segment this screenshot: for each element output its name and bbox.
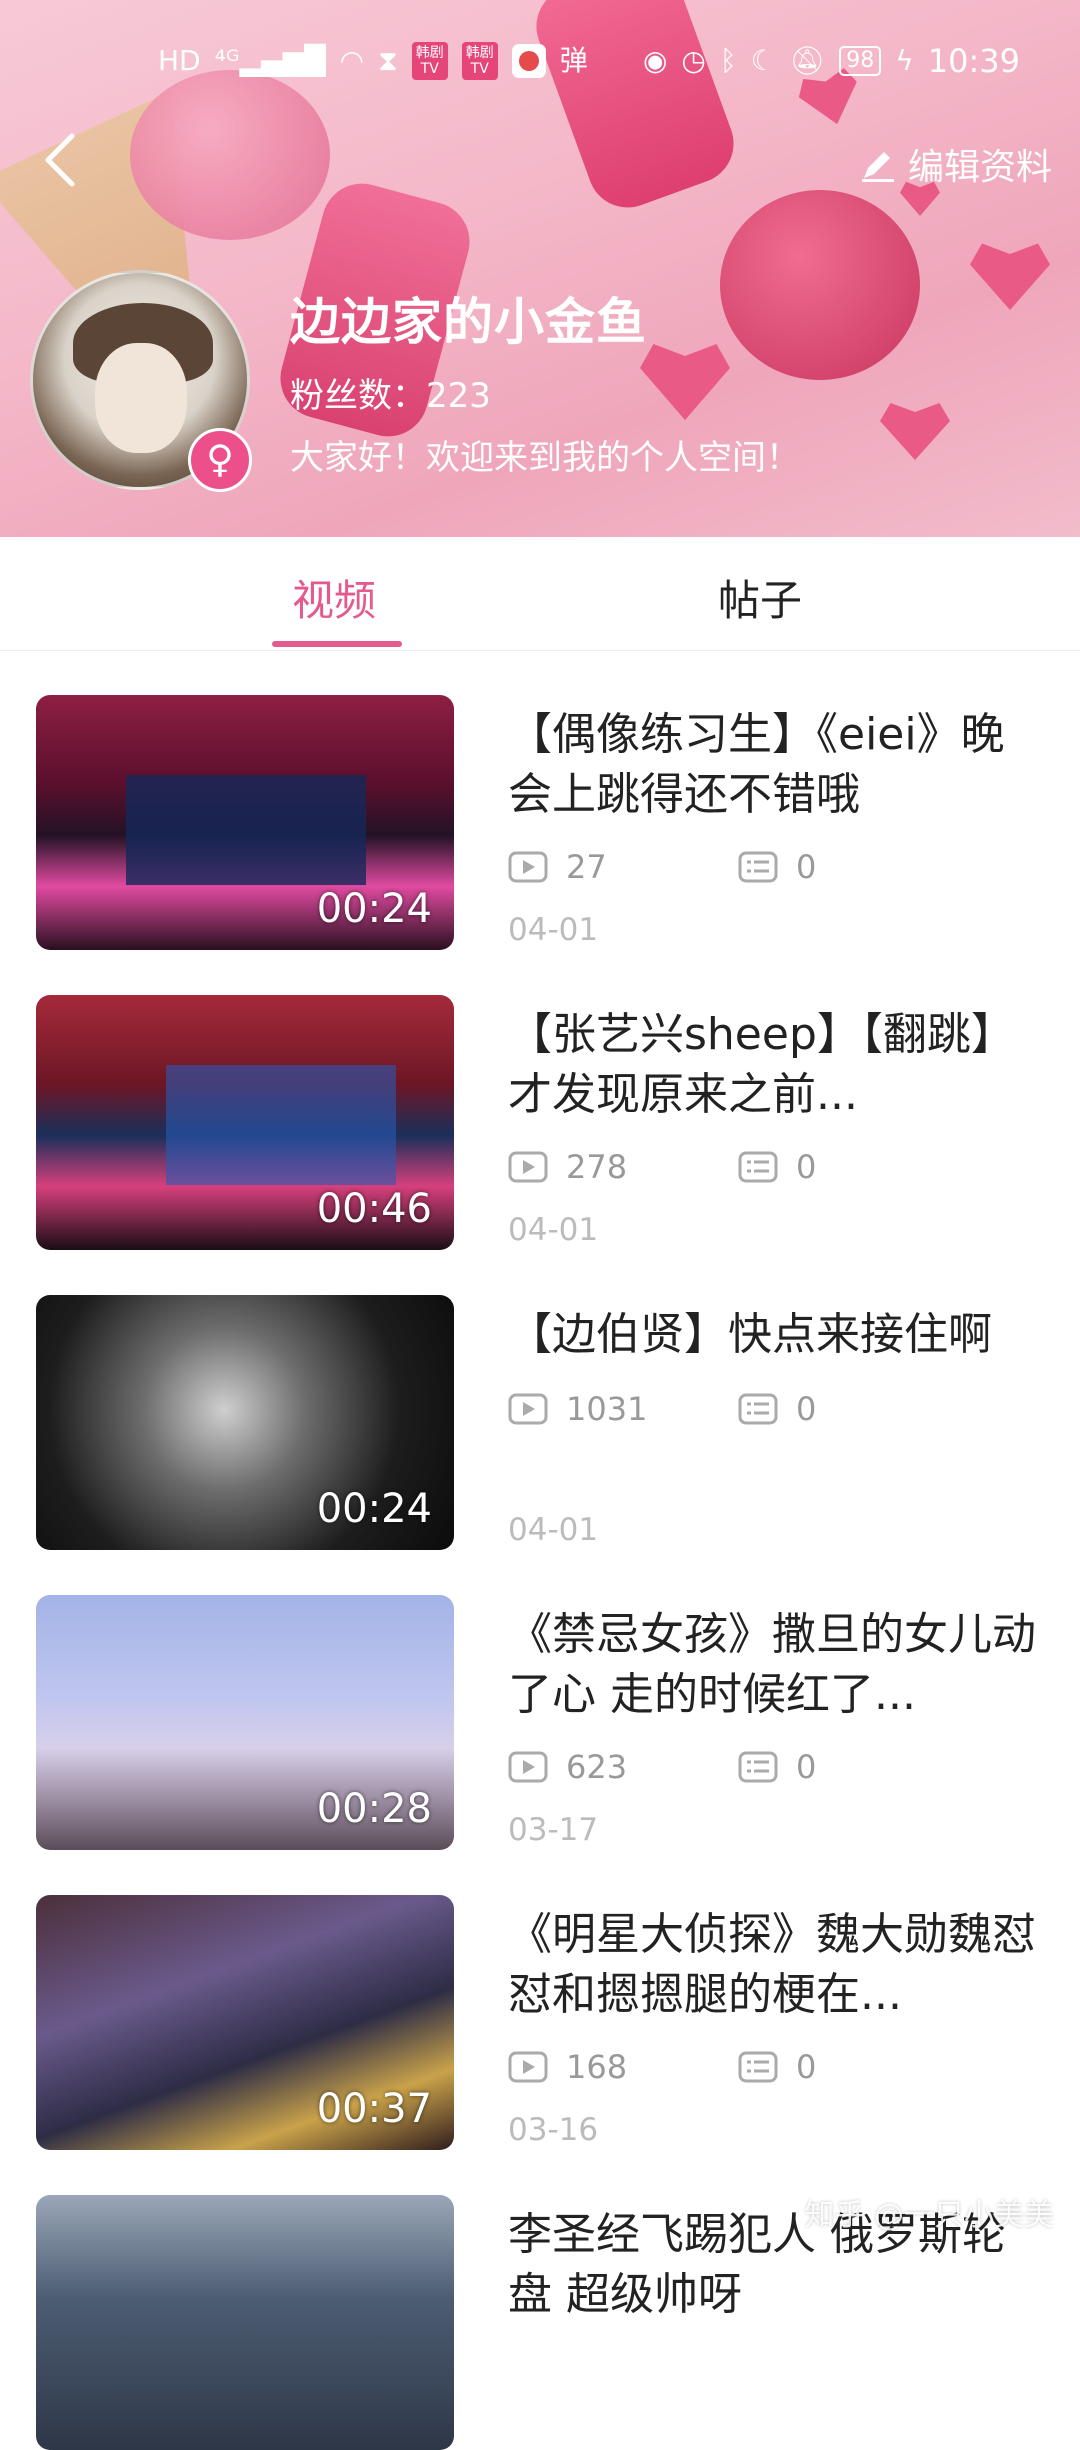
comment-count: 0 <box>738 1390 816 1428</box>
video-thumbnail[interactable]: 00:24 <box>36 1295 454 1550</box>
comment-icon <box>738 1393 778 1425</box>
comment-count-value: 0 <box>796 1748 817 1786</box>
user-intro: 大家好！欢迎来到我的个人空间！ <box>290 438 800 478</box>
tab-posts[interactable]: 帖子 <box>718 567 802 628</box>
play-icon <box>508 1393 548 1425</box>
play-icon <box>508 1151 548 1183</box>
app-icon <box>511 44 546 78</box>
video-date: 03-16 <box>508 2112 599 2148</box>
alarm-icon: ◷ <box>681 44 706 77</box>
video-thumbnail[interactable] <box>36 2195 454 2450</box>
mute-bell-icon: 🔕︎ <box>789 44 826 77</box>
watermark-text: 知乎 @一只小美美 <box>804 2198 1054 2233</box>
tab-videos[interactable]: 视频 <box>292 567 376 628</box>
back-button[interactable] <box>38 130 88 190</box>
video-date: 04-01 <box>508 912 599 948</box>
fans-count: 粉丝数：223 <box>290 376 491 416</box>
video-list-item[interactable]: 00:46 【张艺兴sheep】【翻跳】才发现原来之前... 278 0 04-… <box>0 950 1080 1250</box>
wifi-icon: ◠ <box>339 44 365 77</box>
video-list-item[interactable]: 00:28 《禁忌女孩》撒旦的女儿动了心 走的时候红了... 623 0 03-… <box>0 1550 1080 1850</box>
signal-4g-icon: ⁴ᴳ▂▄▆█ <box>214 44 326 77</box>
video-title: 《明星大侦探》魏大勋魏怼怼和摁摁腿的梗在... <box>508 1909 1036 2020</box>
ice-cream-scoop-decoration <box>130 70 330 240</box>
play-count: 623 <box>508 1748 627 1786</box>
comment-icon <box>738 1751 778 1783</box>
moon-icon: ☾ <box>750 44 776 77</box>
video-list-item[interactable]: 00:24 【边伯贤】快点来接住啊 1031 0 04-01 <box>0 1250 1080 1550</box>
video-title: 【偶像练习生】《eiei》晚会上跳得还不错哦 <box>508 709 1005 820</box>
play-icon <box>508 1751 548 1783</box>
avatar-face <box>95 343 187 453</box>
video-duration: 00:24 <box>316 886 432 932</box>
video-title: 【边伯贤】快点来接住啊 <box>508 1309 992 1360</box>
play-count-value: 623 <box>566 1748 628 1786</box>
tv-app-icon: 韩剧 TV <box>411 42 448 80</box>
comment-icon <box>738 2051 778 2083</box>
comment-count: 0 <box>738 848 816 886</box>
comment-count-value: 0 <box>796 1148 817 1186</box>
heart-decoration <box>880 403 950 460</box>
status-time: 10:39 <box>927 42 1020 80</box>
play-icon <box>508 2051 548 2083</box>
video-date: 04-01 <box>508 1212 599 1248</box>
active-tab-indicator <box>272 641 402 647</box>
video-thumbnail[interactable]: 00:46 <box>36 995 454 1250</box>
video-title: 《禁忌女孩》撒旦的女儿动了心 走的时候红了... <box>508 1609 1036 1720</box>
comment-count: 0 <box>738 1748 816 1786</box>
comment-icon <box>738 851 778 883</box>
comment-count-value: 0 <box>796 1390 817 1428</box>
heart-decoration <box>970 243 1050 310</box>
video-thumbnail[interactable]: 00:28 <box>36 1595 454 1850</box>
play-count-value: 27 <box>566 848 607 886</box>
charging-icon: ϟ <box>895 44 914 77</box>
play-count: 278 <box>508 1148 627 1186</box>
comment-icon <box>738 1151 778 1183</box>
user-name: 边边家的小金鱼 <box>290 293 647 351</box>
play-count: 168 <box>508 2048 627 2086</box>
video-date: 03-17 <box>508 1812 599 1848</box>
battery-indicator: 98 <box>839 46 882 76</box>
chevron-left-icon <box>45 133 75 187</box>
play-count-value: 278 <box>566 1148 628 1186</box>
comment-count: 0 <box>738 2048 816 2086</box>
video-list-item[interactable]: 00:37 《明星大侦探》魏大勋魏怼怼和摁摁腿的梗在... 168 0 03-1… <box>0 1850 1080 2150</box>
status-bar: HD ⁴ᴳ▂▄▆█ ◠ ⧗ 韩剧 TV 韩剧 TV 弹 ◉ ◷ ᛒ ☾ 🔕︎ 98 … <box>0 30 1080 92</box>
video-duration: 00:28 <box>316 1786 432 1832</box>
tv-app-icon: 韩剧 TV <box>461 42 498 80</box>
comment-count-value: 0 <box>796 2048 817 2086</box>
hourglass-icon: ⧗ <box>378 44 398 77</box>
video-title: 【张艺兴sheep】【翻跳】才发现原来之前... <box>508 1009 1015 1120</box>
thumbnail-image-content <box>126 775 366 885</box>
edit-profile-label: 编辑资料 <box>907 147 1052 188</box>
video-duration: 00:37 <box>316 2086 432 2132</box>
edit-profile-button[interactable]: 编辑资料 <box>858 138 1052 190</box>
thumbnail-image-content <box>166 1065 396 1185</box>
dan-label: 弹 <box>559 44 588 77</box>
play-count-value: 1031 <box>566 1390 648 1428</box>
heart-decoration <box>640 344 730 420</box>
bluetooth-icon: ᛒ <box>719 44 737 77</box>
play-icon <box>508 851 548 883</box>
video-thumbnail[interactable]: 00:24 <box>36 695 454 950</box>
video-duration: 00:46 <box>316 1186 432 1232</box>
play-count: 27 <box>508 848 607 886</box>
eye-icon: ◉ <box>642 44 668 77</box>
tab-bar: 视频 帖子 <box>0 537 1080 651</box>
video-thumbnail[interactable]: 00:37 <box>36 1895 454 2150</box>
play-count: 1031 <box>508 1390 647 1428</box>
pencil-icon <box>861 152 894 182</box>
ice-cream-scoop-decoration <box>720 190 920 380</box>
video-list-item[interactable]: 00:24 【偶像练习生】《eiei》晚会上跳得还不错哦 27 0 04-01 <box>0 650 1080 950</box>
play-count-value: 168 <box>566 2048 628 2086</box>
profile-header: HD ⁴ᴳ▂▄▆█ ◠ ⧗ 韩剧 TV 韩剧 TV 弹 ◉ ◷ ᛒ ☾ 🔕︎ 98 … <box>0 0 1080 537</box>
video-duration: 00:24 <box>316 1486 432 1532</box>
female-icon: ♀ <box>188 428 252 492</box>
video-date: 04-01 <box>508 1512 599 1548</box>
comment-count: 0 <box>738 1148 816 1186</box>
hd-icon: HD <box>158 44 201 77</box>
comment-count-value: 0 <box>796 848 817 886</box>
